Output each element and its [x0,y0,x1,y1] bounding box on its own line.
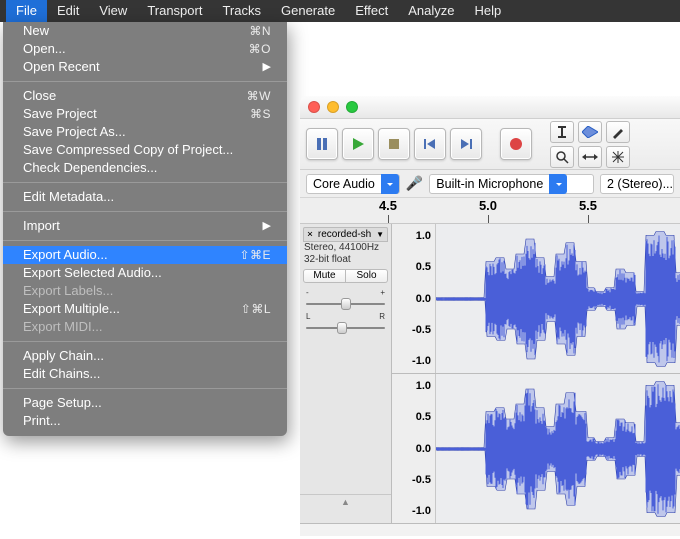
file-menu-dropdown: New⌘NOpen...⌘OOpen Recent▶Close⌘WSave Pr… [3,22,287,436]
window-close-button[interactable] [308,101,320,113]
menu-bar: File Edit View Transport Tracks Generate… [0,0,680,22]
menu-item-edit-metadata[interactable]: Edit Metadata... [3,188,287,206]
collapse-track-button[interactable]: ▲ [300,494,391,508]
close-track-icon[interactable]: × [307,229,313,240]
skip-start-button[interactable] [414,128,446,160]
chevron-right-icon: ▶ [263,217,271,235]
zoom-tool[interactable] [550,146,574,168]
multi-tool[interactable] [606,146,630,168]
draw-tool[interactable] [606,121,630,143]
microphone-icon: 🎤 [406,175,423,192]
menu-item-export-multiple[interactable]: Export Multiple...⇧⌘L [3,300,287,318]
waveform-area[interactable]: 1.0 0.5 0.0 -0.5 -1.0 1.0 0.5 0.0 -0.5 [392,224,680,524]
stop-button[interactable] [378,128,410,160]
menu-item-save-project[interactable]: Save Project⌘S [3,105,287,123]
menu-help[interactable]: Help [464,0,511,22]
menu-item-save-compressed-copy-of-project[interactable]: Save Compressed Copy of Project... [3,141,287,159]
menu-item-export-selected-audio[interactable]: Export Selected Audio... [3,264,287,282]
track-name: recorded-sh [318,229,371,240]
menu-item-print[interactable]: Print... [3,412,287,430]
waveform-channel-right[interactable] [436,374,680,523]
chevron-right-icon: ▶ [263,58,271,76]
track-menu-button[interactable]: × recorded-sh ▼ [303,227,388,242]
recording-device-select[interactable]: Built-in Microphone [429,174,594,194]
ruler-tick: 5.5 [568,198,608,213]
menu-item-import[interactable]: Import▶ [3,217,287,235]
mute-button[interactable]: Mute [303,269,346,283]
window-zoom-button[interactable] [346,101,358,113]
menu-item-close[interactable]: Close⌘W [3,87,287,105]
track-bitdepth: 32-bit float [300,254,391,266]
window-minimize-button[interactable] [327,101,339,113]
track-control-panel[interactable]: × recorded-sh ▼ Stereo, 44100Hz 32-bit f… [300,224,392,524]
audacity-window: Core Audio 🎤 Built-in Microphone 2 (Ster… [300,96,680,536]
menu-item-apply-chain[interactable]: Apply Chain... [3,347,287,365]
menu-item-page-setup[interactable]: Page Setup... [3,394,287,412]
play-button[interactable] [342,128,374,160]
menu-item-new[interactable]: New⌘N [3,22,287,40]
menu-item-export-audio[interactable]: Export Audio...⇧⌘E [3,246,287,264]
menu-effect[interactable]: Effect [345,0,398,22]
menu-item-export-labels[interactable]: Export Labels... [3,282,287,300]
audio-host-select[interactable]: Core Audio [306,174,400,194]
vertical-ruler: 1.0 0.5 0.0 -0.5 -1.0 [392,224,436,373]
menu-item-open[interactable]: Open...⌘O [3,40,287,58]
menu-item-save-project-as[interactable]: Save Project As... [3,123,287,141]
track-panel: × recorded-sh ▼ Stereo, 44100Hz 32-bit f… [300,224,680,524]
menu-tracks[interactable]: Tracks [212,0,271,22]
menu-item-check-dependencies[interactable]: Check Dependencies... [3,159,287,177]
pan-slider[interactable]: LR [300,310,391,334]
pause-button[interactable] [306,128,338,160]
vertical-ruler: 1.0 0.5 0.0 -0.5 -1.0 [392,374,436,523]
menu-item-export-midi[interactable]: Export MIDI... [3,318,287,336]
envelope-tool[interactable] [578,121,602,143]
menu-view[interactable]: View [89,0,137,22]
menu-generate[interactable]: Generate [271,0,345,22]
skip-end-button[interactable] [450,128,482,160]
record-button[interactable] [500,128,532,160]
device-toolbar: Core Audio 🎤 Built-in Microphone 2 (Ster… [300,170,680,198]
gain-slider[interactable]: -+ [300,286,391,310]
menu-file[interactable]: File [6,0,47,22]
track-format: Stereo, 44100Hz [300,242,391,254]
recording-channels-select[interactable]: 2 (Stereo)... [600,174,674,194]
selection-tool[interactable] [550,121,574,143]
menu-item-edit-chains[interactable]: Edit Chains... [3,365,287,383]
menu-analyze[interactable]: Analyze [398,0,464,22]
menu-transport[interactable]: Transport [137,0,212,22]
timeshift-tool[interactable] [578,146,602,168]
solo-button[interactable]: Solo [346,269,388,283]
ruler-tick: 5.0 [468,198,508,213]
chevron-down-icon: ▼ [376,230,384,239]
ruler-tick: 4.5 [368,198,408,213]
menu-item-open-recent[interactable]: Open Recent▶ [3,58,287,76]
title-bar [300,96,680,118]
tools-toolbar [550,121,630,168]
waveform-channel-left[interactable] [436,224,680,373]
timeline-ruler[interactable]: 4.5 5.0 5.5 [300,198,680,224]
transport-toolbar [300,118,680,170]
menu-edit[interactable]: Edit [47,0,89,22]
